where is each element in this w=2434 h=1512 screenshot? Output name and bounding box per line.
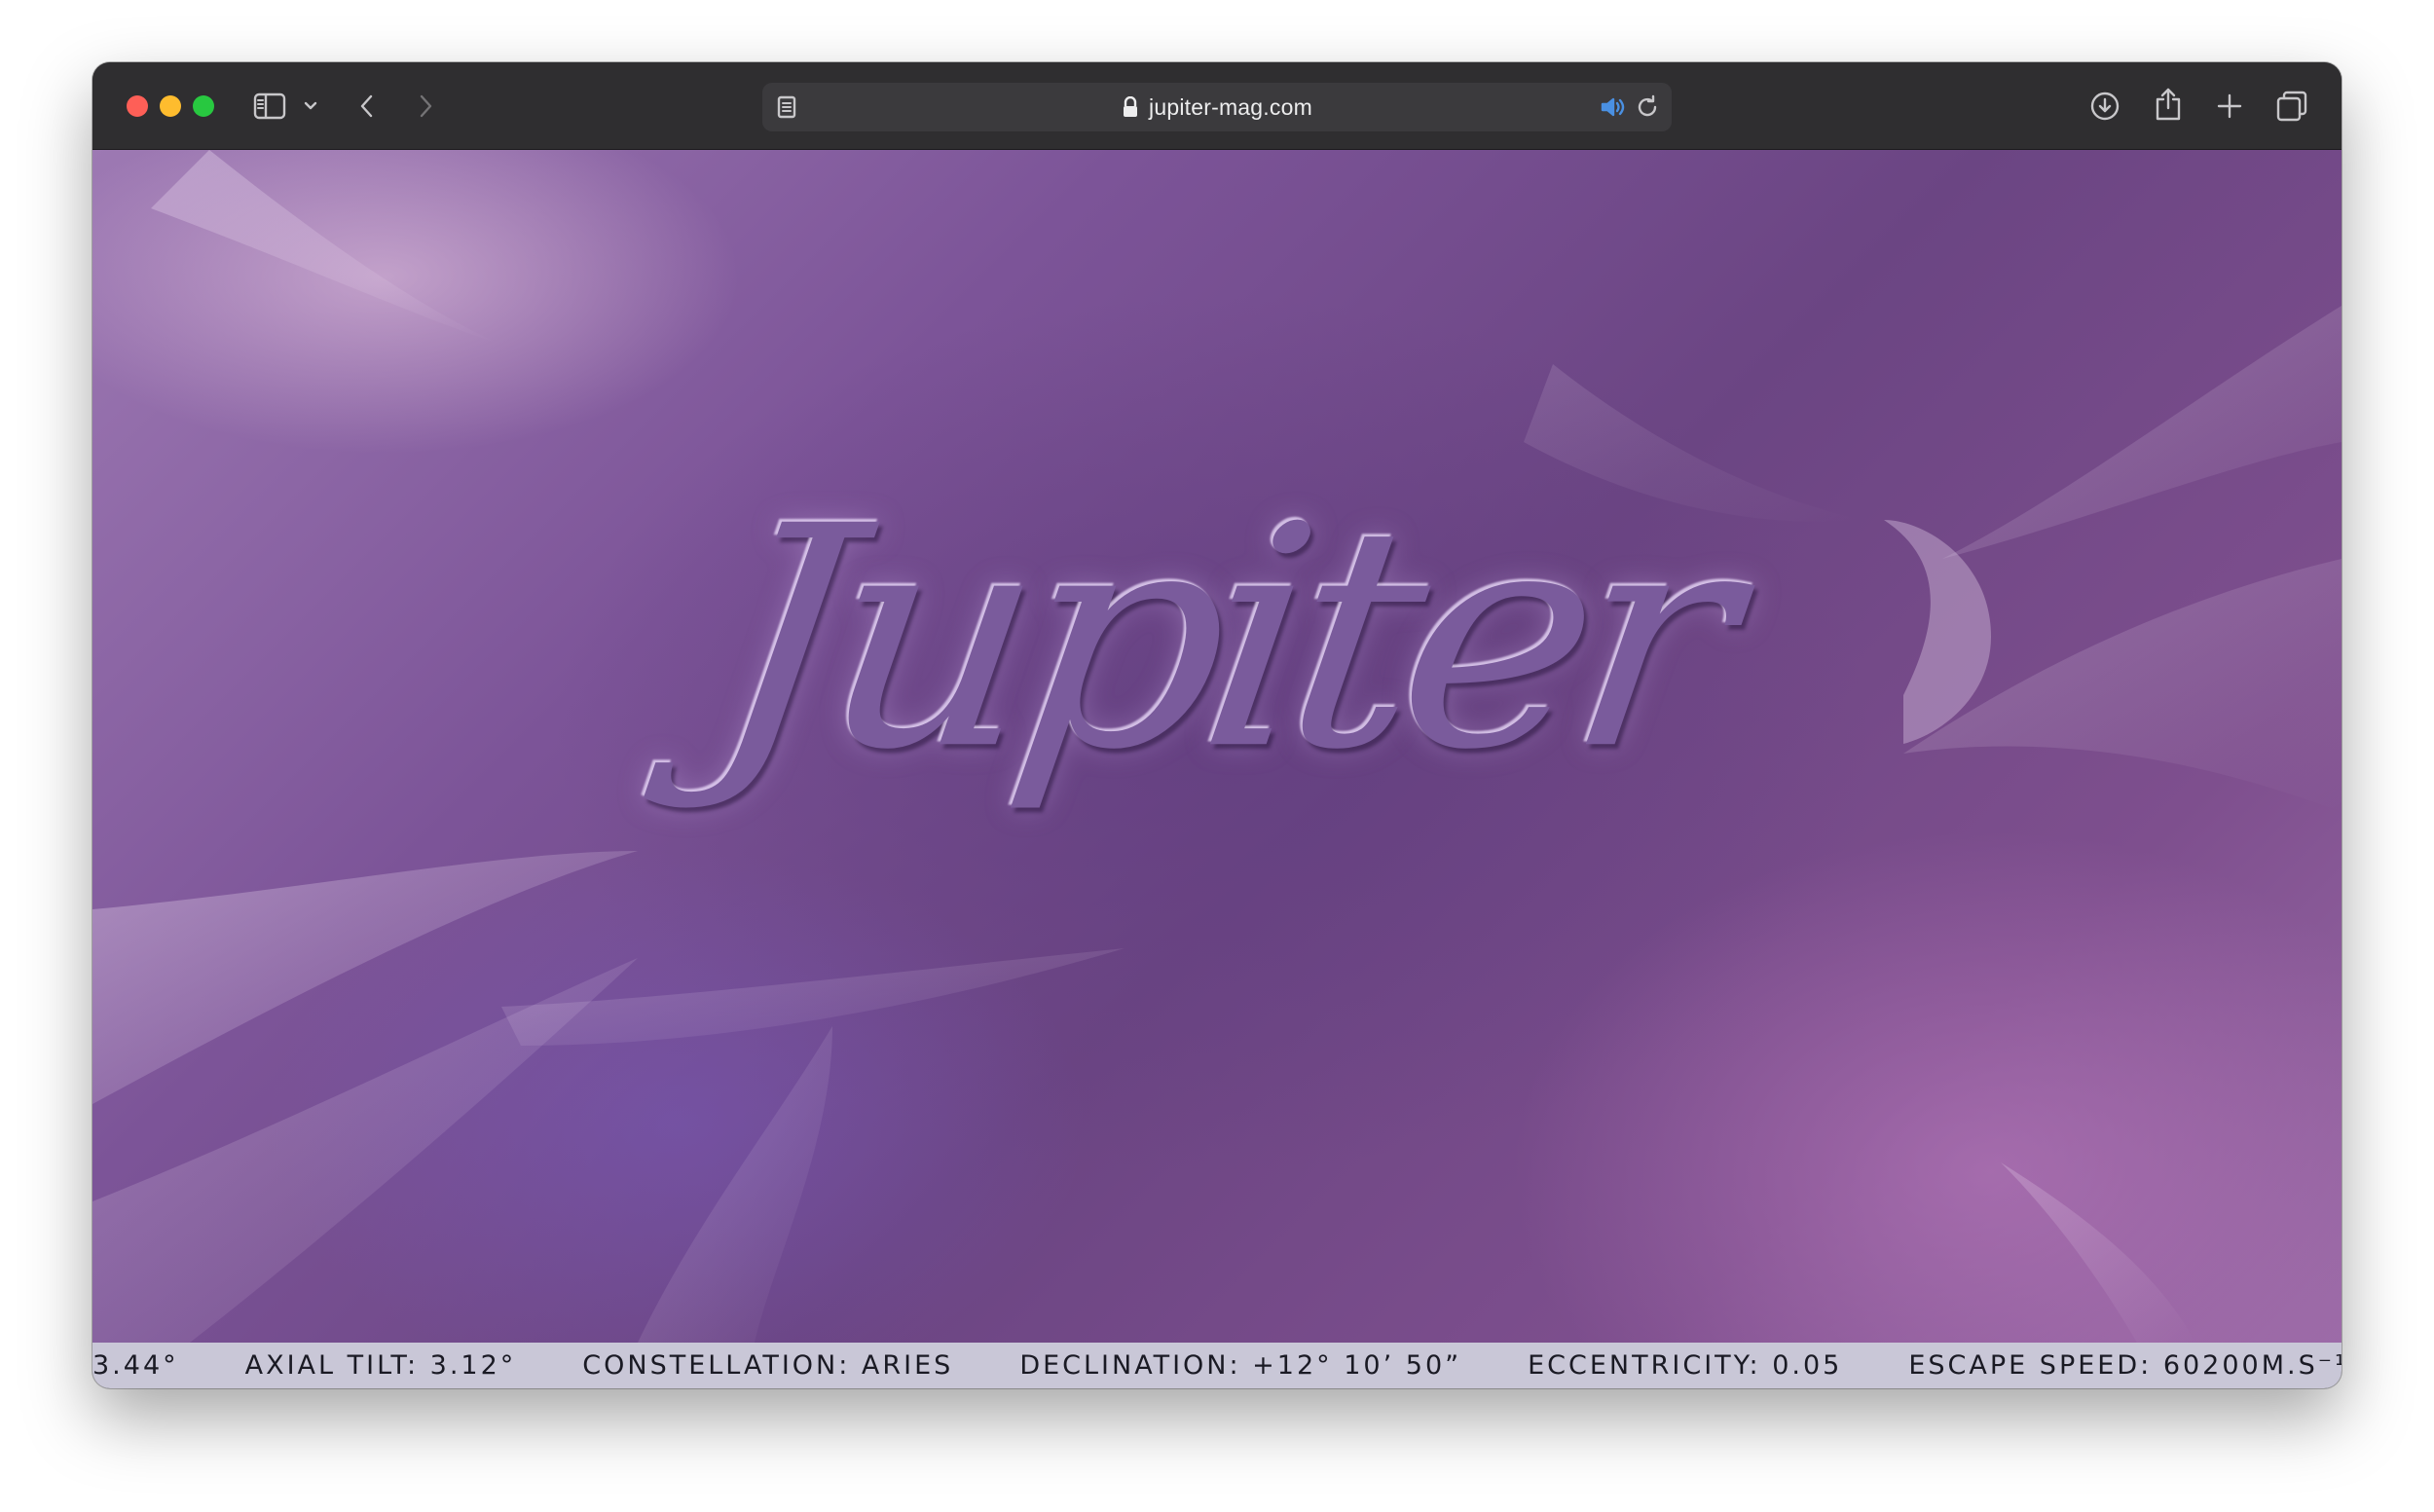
forward-icon[interactable] — [414, 92, 437, 121]
back-icon[interactable] — [355, 92, 379, 121]
browser-toolbar: jupiter-mag.com — [92, 62, 2342, 150]
maximize-window-button[interactable] — [193, 95, 214, 117]
reader-view-icon[interactable] — [774, 94, 799, 120]
ticker-item: AXIAL TILT: 3.12° — [244, 1350, 517, 1381]
tab-overview-icon[interactable] — [2275, 90, 2308, 123]
sidebar-toggle-icon[interactable] — [253, 92, 286, 121]
browser-window: jupiter-mag.com Jupiter 3.44° AXIAL TILT… — [92, 62, 2342, 1388]
close-window-button[interactable] — [127, 95, 148, 117]
ticker-item: ECCENTRICITY: 0.05 — [1528, 1350, 1843, 1381]
lock-icon — [1122, 96, 1139, 118]
jupiter-logo: Jupiter — [694, 461, 1740, 817]
planet-stats-ticker: 3.44° AXIAL TILT: 3.12° CONSTELLATION: A… — [92, 1343, 2342, 1388]
ticker-item: DECLINATION: +12° 10’ 50” — [1019, 1350, 1462, 1381]
webpage-hero: Jupiter — [92, 150, 2342, 1343]
url-text: jupiter-mag.com — [1149, 93, 1312, 120]
reload-icon[interactable] — [1634, 94, 1661, 120]
new-tab-icon[interactable] — [2215, 92, 2244, 121]
share-icon[interactable] — [2152, 86, 2185, 123]
ticker-item: ESCAPE SPEED: 60200M.S⁻¹ — [1908, 1350, 2342, 1381]
ticker-item: 3.44° — [92, 1350, 179, 1381]
minimize-window-button[interactable] — [160, 95, 181, 117]
downloads-icon[interactable] — [2088, 90, 2121, 123]
ticker-item: CONSTELLATION: ARIES — [582, 1350, 954, 1381]
address-bar[interactable]: jupiter-mag.com — [762, 83, 1672, 131]
chevron-down-icon[interactable] — [302, 97, 319, 115]
audio-playing-icon[interactable] — [1600, 94, 1627, 120]
